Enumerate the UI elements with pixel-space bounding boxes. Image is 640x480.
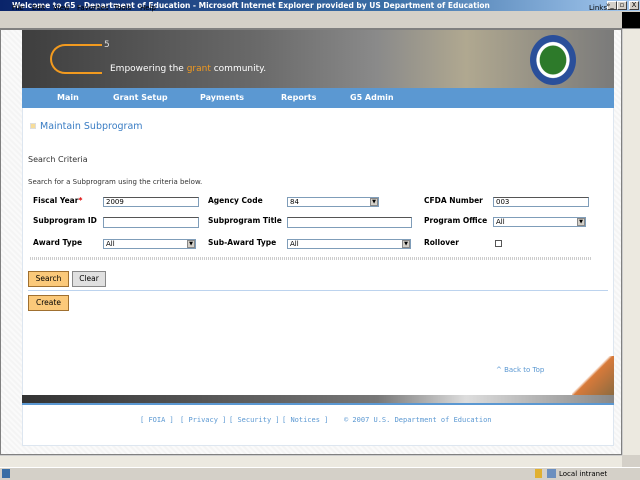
subprogram-id-input[interactable] — [103, 217, 199, 228]
subprogram-id-label: Subprogram ID — [33, 216, 97, 225]
program-office-label: Program Office — [424, 216, 488, 225]
footer-privacy[interactable]: [ Privacy ] — [180, 416, 226, 424]
copyright: © 2007 U.S. Department of Education — [344, 416, 492, 424]
back-to-top-link[interactable]: ^ Back to Top — [496, 366, 544, 374]
tagline: Empowering the grant community. — [110, 64, 267, 74]
clear-button[interactable]: Clear — [72, 271, 106, 287]
chevron-down-icon[interactable]: ▼ — [577, 218, 585, 226]
menu-edit[interactable]: Edit — [32, 4, 46, 12]
agency-code-value: 84 — [290, 198, 299, 206]
nav-main[interactable]: Main — [57, 93, 79, 102]
chevron-down-icon[interactable]: ▼ — [187, 240, 195, 248]
section-description: Search for a Subprogram using the criter… — [28, 178, 203, 186]
maximize-button[interactable]: ▫ — [617, 1, 627, 10]
sub-award-type-select[interactable]: All ▼ — [287, 239, 411, 249]
search-button[interactable]: Search — [28, 271, 69, 287]
vertical-scrollbar[interactable] — [622, 29, 640, 455]
menu-bar — [0, 11, 640, 29]
banner — [22, 30, 614, 88]
chevron-down-icon[interactable]: ▼ — [402, 240, 410, 248]
fiscal-year-label: Fiscal Year* — [33, 196, 83, 205]
windows-logo-icon — [622, 12, 640, 28]
notices-link[interactable]: Notices — [290, 416, 320, 424]
subprogram-title-input[interactable] — [287, 217, 412, 228]
footer-notices[interactable]: [ Notices ] — [282, 416, 328, 424]
security-link[interactable]: Security — [237, 416, 271, 424]
agency-code-select[interactable]: 84 ▼ — [287, 197, 379, 207]
intranet-icon — [547, 469, 556, 478]
menu-tools[interactable]: Tools — [114, 4, 131, 12]
fiscal-year-input[interactable]: 2009 — [103, 197, 199, 207]
g5-logo — [50, 44, 102, 74]
nav-payments[interactable]: Payments — [200, 93, 244, 102]
create-button[interactable]: Create — [28, 295, 69, 311]
department-seal — [530, 35, 576, 85]
program-office-value: All — [496, 218, 505, 226]
rollover-checkbox[interactable] — [495, 240, 502, 247]
links-chevron[interactable]: » — [606, 1, 610, 9]
horizontal-scrollbar[interactable] — [0, 455, 622, 467]
nav-g5-admin[interactable]: G5 Admin — [350, 93, 394, 102]
footer-foia[interactable]: [ FOIA ] — [140, 416, 174, 424]
award-type-select[interactable]: All ▼ — [103, 239, 196, 249]
page-title: Maintain Subprogram — [40, 121, 143, 132]
close-button[interactable]: X — [629, 1, 639, 10]
nav-grant-setup[interactable]: Grant Setup — [113, 93, 168, 102]
menu-view[interactable]: View — [53, 4, 70, 12]
lock-icon — [535, 469, 542, 478]
chevron-down-icon[interactable]: ▼ — [370, 198, 378, 206]
menu-favorites[interactable]: Favorites — [77, 4, 109, 12]
main-nav — [22, 88, 614, 108]
cfda-number-input[interactable]: 003 — [493, 197, 589, 207]
logo-five: 5 — [104, 40, 110, 50]
agency-code-label: Agency Code — [208, 196, 263, 205]
award-type-value: All — [106, 240, 115, 248]
privacy-link[interactable]: Privacy — [188, 416, 218, 424]
rollover-label: Rollover — [424, 238, 459, 247]
divider — [28, 290, 608, 291]
subprogram-title-label: Subprogram Title — [208, 216, 282, 225]
program-office-select[interactable]: All ▼ — [493, 217, 586, 227]
cfda-number-label: CFDA Number — [424, 196, 483, 205]
sub-award-type-label: Sub-Award Type — [208, 238, 277, 247]
foia-link[interactable]: FOIA — [148, 416, 165, 424]
links-bar[interactable]: Links — [589, 4, 607, 12]
sub-award-type-value: All — [290, 240, 299, 248]
nav-reports[interactable]: Reports — [281, 93, 316, 102]
menu-help[interactable]: Help — [140, 4, 156, 12]
menu-file[interactable]: File — [12, 4, 24, 12]
bullet-icon — [30, 123, 36, 129]
section-heading: Search Criteria — [28, 155, 88, 164]
footer-image — [572, 356, 614, 396]
footer-security[interactable]: [ Security ] — [229, 416, 280, 424]
award-type-label: Award Type — [33, 238, 83, 247]
footer-strip — [22, 395, 614, 403]
security-zone: Local intranet — [559, 470, 608, 478]
footer-rule — [22, 403, 614, 405]
dotted-divider — [30, 257, 592, 260]
status-bar — [0, 467, 640, 480]
ie-page-icon — [2, 469, 10, 478]
